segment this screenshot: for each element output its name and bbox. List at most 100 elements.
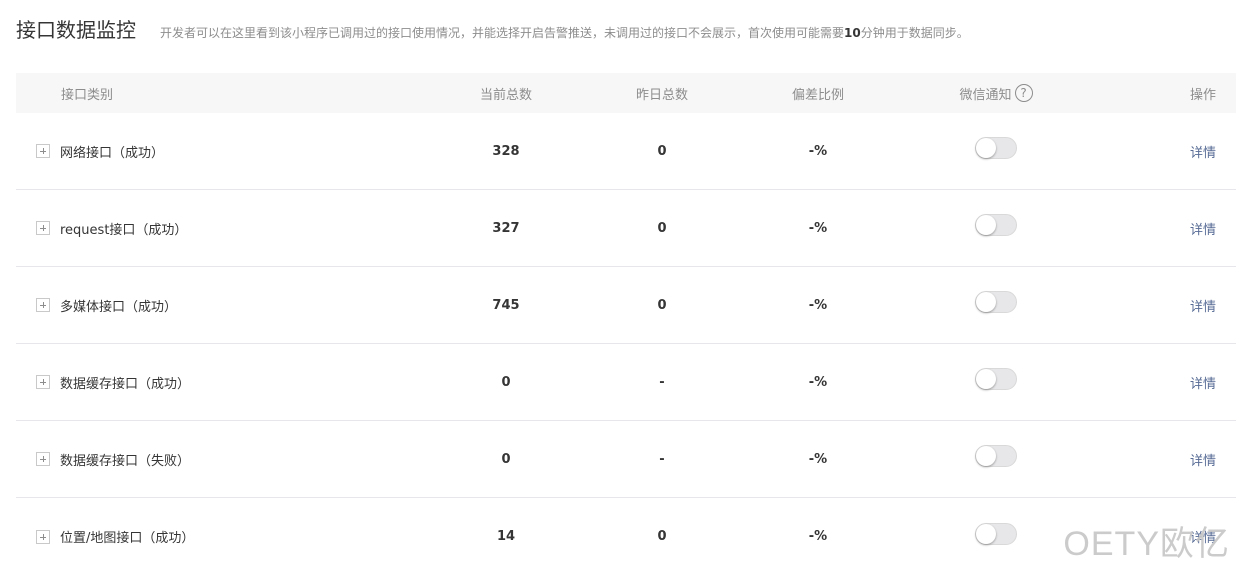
deviation-ratio-value: -% — [808, 374, 828, 390]
watermark-logo: OETY欧亿 — [1063, 525, 1230, 563]
table-row: 数据缓存接口（成功） 0 - -% 详情 — [16, 344, 1236, 421]
row-name-cell: 位置/地图接口（成功） — [36, 498, 194, 569]
deviation-ratio-cell: -% — [768, 344, 868, 420]
row-name-cell: 多媒体接口（成功） — [36, 267, 177, 343]
wechat-notify-toggle[interactable] — [975, 522, 1017, 545]
yesterday-total-cell: 0 — [612, 190, 712, 266]
help-icon[interactable]: ? — [1014, 84, 1033, 102]
page-title: 接口数据监控 — [16, 18, 136, 42]
detail-link[interactable]: 详情 — [1190, 373, 1216, 392]
detail-link[interactable]: 详情 — [1190, 296, 1216, 315]
expand-plus-icon[interactable] — [36, 221, 50, 235]
current-total-cell: 0 — [456, 344, 556, 420]
action-cell: 详情 — [1190, 190, 1216, 266]
toggle-knob — [976, 138, 996, 158]
table-row: 位置/地图接口（成功） 14 0 -% 详情 — [16, 498, 1236, 569]
current-total-cell: 328 — [456, 113, 556, 189]
deviation-ratio-cell: -% — [768, 267, 868, 343]
current-total-cell: 0 — [456, 421, 556, 497]
deviation-ratio-cell: -% — [768, 498, 868, 569]
column-header-notify-label: 微信通知 — [959, 87, 1012, 103]
deviation-ratio-value: -% — [808, 297, 828, 313]
yesterday-total-cell: 0 — [612, 498, 712, 569]
yesterday-total-cell: 0 — [612, 267, 712, 343]
api-category-name: request接口（成功） — [60, 222, 188, 238]
wechat-notify-cell — [946, 421, 1046, 497]
expand-plus-icon[interactable] — [36, 298, 50, 312]
api-category-name: 多媒体接口（成功） — [60, 299, 178, 315]
wechat-notify-cell — [946, 344, 1046, 420]
wechat-notify-toggle[interactable] — [975, 137, 1017, 159]
current-total-cell: 327 — [456, 190, 556, 266]
current-total-value: 0 — [501, 374, 511, 390]
table-row: 多媒体接口（成功） 745 0 -% 详情 — [16, 267, 1236, 344]
table-row: 数据缓存接口（失败） 0 - -% 详情 — [16, 421, 1236, 498]
toggle-knob — [976, 446, 996, 466]
deviation-ratio-cell: -% — [768, 113, 868, 189]
current-total-value: 328 — [492, 143, 520, 159]
wechat-notify-toggle[interactable] — [975, 368, 1017, 390]
detail-link[interactable]: 详情 — [1190, 142, 1216, 161]
wechat-notify-cell — [946, 267, 1046, 343]
wechat-notify-cell — [946, 113, 1046, 189]
table-row: request接口（成功） 327 0 -% 详情 — [16, 190, 1236, 267]
table-row: 网络接口（成功） 328 0 -% 详情 — [16, 113, 1236, 190]
deviation-ratio-value: -% — [808, 529, 828, 544]
column-header-ratio: 偏差比例 — [791, 87, 844, 103]
toggle-knob — [976, 369, 996, 389]
toggle-knob — [976, 292, 996, 312]
row-name-cell: 数据缓存接口（成功） — [36, 344, 190, 420]
detail-link[interactable]: 详情 — [1190, 219, 1216, 238]
wechat-notify-toggle[interactable] — [975, 291, 1017, 313]
description-after: 分钟用于数据同步。 — [860, 26, 969, 40]
description-bold: 10 — [844, 26, 861, 40]
api-category-name: 数据缓存接口（成功） — [60, 376, 191, 392]
current-total-value: 327 — [492, 220, 520, 236]
current-total-cell: 14 — [456, 498, 556, 569]
wechat-notify-toggle[interactable] — [975, 445, 1017, 467]
action-cell: 详情 — [1190, 344, 1216, 420]
column-header-action: 操作 — [1189, 87, 1216, 103]
toggle-knob — [976, 215, 996, 235]
api-category-name: 数据缓存接口（失败） — [60, 453, 191, 469]
yesterday-total-value: 0 — [657, 529, 667, 544]
wechat-notify-toggle[interactable] — [975, 214, 1017, 236]
detail-link[interactable]: 详情 — [1190, 450, 1216, 469]
row-name-cell: 网络接口（成功） — [36, 113, 164, 189]
column-header-current: 当前总数 — [479, 87, 532, 103]
current-total-value: 14 — [496, 529, 516, 544]
api-category-name: 网络接口（成功） — [60, 145, 165, 161]
current-total-value: 0 — [501, 451, 511, 467]
toggle-knob — [976, 523, 996, 544]
description-before: 开发者可以在这里看到该小程序已调用过的接口使用情况，并能选择开启告警推送，未调用… — [160, 26, 845, 40]
deviation-ratio-value: -% — [808, 451, 828, 467]
page-header: 接口数据监控 开发者可以在这里看到该小程序已调用过的接口使用情况，并能选择开启告… — [16, 14, 969, 43]
expand-plus-icon[interactable] — [36, 452, 50, 466]
column-header-name: 接口类别 — [61, 87, 114, 103]
row-name-cell: 数据缓存接口（失败） — [36, 421, 190, 497]
deviation-ratio-value: -% — [808, 143, 828, 159]
deviation-ratio-value: -% — [808, 220, 828, 236]
yesterday-total-value: 0 — [657, 143, 667, 159]
current-total-cell: 745 — [456, 267, 556, 343]
yesterday-total-cell: - — [612, 344, 712, 420]
deviation-ratio-cell: -% — [768, 190, 868, 266]
yesterday-total-cell: - — [612, 421, 712, 497]
yesterday-total-value: 0 — [657, 220, 667, 236]
expand-plus-icon[interactable] — [36, 375, 50, 389]
action-cell: 详情 — [1190, 421, 1216, 497]
wechat-notify-cell — [946, 190, 1046, 266]
page: 接口数据监控 开发者可以在这里看到该小程序已调用过的接口使用情况，并能选择开启告… — [0, 0, 1248, 569]
action-cell: 详情 — [1190, 113, 1216, 189]
column-header-notify: 微信通知 ? — [946, 73, 1046, 113]
action-cell: 详情 — [1190, 267, 1216, 343]
yesterday-total-value: 0 — [657, 297, 667, 313]
column-header-yesterday: 昨日总数 — [635, 87, 688, 103]
api-monitor-table: 接口类别 当前总数 昨日总数 偏差比例 微信通知 ? 操作 网络接口（成功） 3… — [16, 73, 1236, 569]
expand-plus-icon[interactable] — [36, 144, 50, 158]
row-name-cell: request接口（成功） — [36, 190, 187, 266]
expand-plus-icon[interactable] — [36, 529, 50, 544]
table-body: 网络接口（成功） 328 0 -% 详情 request接口（成功） 327 0 — [16, 113, 1236, 569]
deviation-ratio-cell: -% — [768, 421, 868, 497]
api-category-name: 位置/地图接口（成功） — [60, 531, 195, 546]
